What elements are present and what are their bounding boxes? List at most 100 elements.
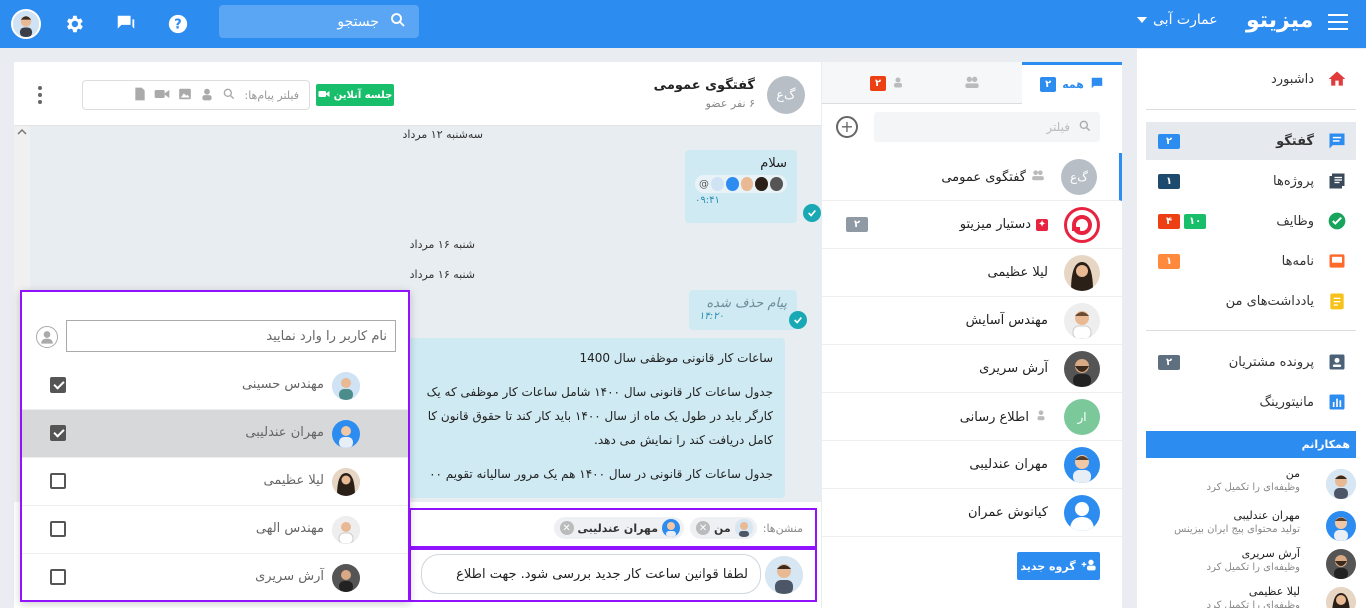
online-meeting-button[interactable]: جلسه آنلاین <box>316 84 394 106</box>
colleague-status: تولید محتوای پیج ایران بیزینس <box>1174 524 1300 535</box>
conversation-item[interactable]: کیانوش عمران <box>822 489 1122 537</box>
deleted-message-bubble[interactable]: پیام حذف شده ۱۴:۲۰ <box>689 290 797 330</box>
user-avatar[interactable] <box>11 9 41 39</box>
person-filter-icon[interactable] <box>200 87 214 104</box>
settings-icon[interactable] <box>59 9 89 39</box>
sidebar-item-chat[interactable]: گفتگو ۲ <box>1146 122 1356 160</box>
user-option-name: لیلا عظیمی <box>263 473 324 488</box>
mention-chip[interactable]: مهران عندلیبی ✕ <box>553 517 685 539</box>
sidebar-item-customers[interactable]: پرونده مشتریان ۲ <box>1146 343 1356 381</box>
conversation-item[interactable]: مهران عندلیبی <box>822 441 1122 489</box>
avatar <box>662 519 681 537</box>
conversation-item[interactable]: ار اطلاع رسانی <box>822 393 1122 441</box>
sidebar-item-label: گفتگو <box>1276 133 1314 149</box>
colleague-item[interactable]: من وظیفه‌ای را تکمیل کرد <box>1146 467 1356 505</box>
tasks-icon <box>1326 210 1348 232</box>
message-time: ۰۹:۴۱ <box>695 195 720 206</box>
user-option-name: آرش سریری <box>255 569 324 584</box>
user-option-checkbox[interactable] <box>50 569 66 585</box>
chat-badge: ۲ <box>1158 133 1180 149</box>
message-bubble[interactable]: سلام @ ۰۹:۴۱ <box>685 150 797 223</box>
more-options-icon[interactable] <box>38 86 42 107</box>
sidebar-item-dashboard[interactable]: داشبورد <box>1146 60 1356 98</box>
date-separator: شنبه ۱۶ مرداد <box>409 238 475 251</box>
file-filter-icon[interactable] <box>134 87 146 104</box>
projects-icon <box>1326 170 1348 192</box>
conversation-filter-input[interactable]: فیلتر <box>874 112 1100 142</box>
sidebar-item-label: داشبورد <box>1271 71 1314 87</box>
search-input[interactable]: جستجو <box>219 5 419 38</box>
customers-icon <box>1326 351 1348 373</box>
colleague-item[interactable]: آرش سریری وظیفه‌ای را تکمیل کرد <box>1146 547 1356 585</box>
user-option[interactable]: مهندس الهی <box>22 506 408 554</box>
user-option-checkbox[interactable] <box>50 521 66 537</box>
sidebar-item-label: وظایف <box>1276 213 1314 229</box>
message-input[interactable]: لطفا قوانین ساعت کار جدید بررسی شود. جهت… <box>421 554 761 594</box>
user-option[interactable]: آرش سریری <box>22 554 408 602</box>
messages-icon[interactable] <box>111 9 141 39</box>
message-bubble[interactable]: ساعات کار قانونی موظفی سال 1400 جدول ساع… <box>409 338 785 498</box>
mentions-bar: منشن‌ها: من ✕ مهران عندلیبی ✕ <box>409 508 817 548</box>
image-filter-icon[interactable] <box>178 87 192 104</box>
tab-all-label: همه <box>1062 78 1084 91</box>
tab-private-badge: ۲ <box>869 75 887 91</box>
brand-logo[interactable]: میزیتو <box>1246 8 1313 33</box>
sidebar-item-notes[interactable]: یادداشت‌های من <box>1146 282 1356 320</box>
unread-count: ۲ <box>846 217 868 232</box>
user-icon <box>36 326 58 348</box>
add-conversation-button[interactable]: + <box>836 116 858 138</box>
avatar <box>1064 351 1100 387</box>
sidebar-item-label: نامه‌ها <box>1281 253 1314 269</box>
sidebar-item-label: مانیتورینگ <box>1259 394 1314 410</box>
sidebar-item-tasks[interactable]: وظایف ۴ ۱۰ <box>1146 202 1356 240</box>
new-group-button[interactable]: گروه جدید <box>1017 552 1100 580</box>
user-option-checkbox[interactable] <box>50 473 66 489</box>
avatar <box>1064 447 1100 483</box>
sidebar-item-monitoring[interactable]: مانیتورینگ <box>1146 383 1356 421</box>
person-icon <box>892 76 904 91</box>
conversation-item[interactable]: ✦ دستیار میزیتو ۲ <box>822 201 1122 249</box>
user-search-input[interactable]: نام کاربر را وارد نمایید <box>66 320 396 352</box>
conversation-item[interactable]: گ‌ع گفتگوی عمومی <box>822 153 1122 201</box>
avatar <box>332 564 360 592</box>
message-filter-placeholder: فیلتر پیام‌ها: <box>244 88 299 102</box>
video-filter-icon[interactable] <box>154 88 170 103</box>
colleague-item[interactable]: لیلا عظیمی وظیفه‌ای را تکمیل کرد <box>1146 585 1356 608</box>
user-option-name: مهندس الهی <box>255 521 324 536</box>
mention-chip[interactable]: من ✕ <box>690 517 757 539</box>
menu-icon[interactable] <box>1328 14 1348 30</box>
avatar <box>1326 587 1356 608</box>
help-icon[interactable]: ? <box>163 9 193 39</box>
user-option[interactable]: مهران عندلیبی <box>22 410 408 458</box>
company-selector[interactable]: عمارت آبی <box>1137 12 1218 28</box>
colleague-item[interactable]: مهران عندلیبی تولید محتوای پیج ایران بیز… <box>1146 509 1356 547</box>
tab-groups[interactable] <box>922 62 1022 104</box>
message-line: جدول ساعات کار قانونی سال ۱۴۰۰ شامل ساعا… <box>426 385 773 399</box>
avatar <box>332 372 360 400</box>
tab-private[interactable]: ۲ <box>822 62 922 104</box>
conversation-item[interactable]: آرش سریری <box>822 345 1122 393</box>
user-option-checkbox[interactable] <box>50 377 66 393</box>
avatar: گ‌ع <box>1061 159 1097 195</box>
message-line: جدول ساعات کار قانونی در سال ۱۴۰۰ هم یک … <box>429 467 773 481</box>
chat-title[interactable]: گفتگوی عمومی <box>654 78 755 93</box>
conversation-name: دستیار میزیتو <box>959 217 1031 232</box>
customers-badge: ۲ <box>1158 354 1180 370</box>
sidebar-item-projects[interactable]: پروژه‌ها ۱ <box>1146 162 1356 200</box>
message-filter-input[interactable]: فیلتر پیام‌ها: <box>82 80 310 110</box>
conversation-item[interactable]: لیلا عظیمی <box>822 249 1122 297</box>
sidebar-item-letters[interactable]: نامه‌ها ۱ <box>1146 242 1356 280</box>
group-icon <box>1031 169 1045 185</box>
user-option[interactable]: لیلا عظیمی <box>22 458 408 506</box>
remove-mention-icon[interactable]: ✕ <box>696 521 711 535</box>
user-option-checkbox[interactable] <box>50 425 66 441</box>
message-title: ساعات کار قانونی موظفی سال 1400 <box>579 351 773 365</box>
date-separator: شنبه ۱۶ مرداد <box>409 268 475 281</box>
remove-mention-icon[interactable]: ✕ <box>559 521 574 535</box>
tab-all[interactable]: همه ۲ <box>1022 62 1122 104</box>
chat-subtitle: ۶ نفر عضو <box>705 97 755 110</box>
user-option[interactable]: مهندس حسینی <box>22 362 408 410</box>
conversation-item[interactable]: مهندس آسایش <box>822 297 1122 345</box>
tasks-badge-overdue: ۴ <box>1158 213 1180 229</box>
conversation-name: آرش سریری <box>979 361 1048 376</box>
